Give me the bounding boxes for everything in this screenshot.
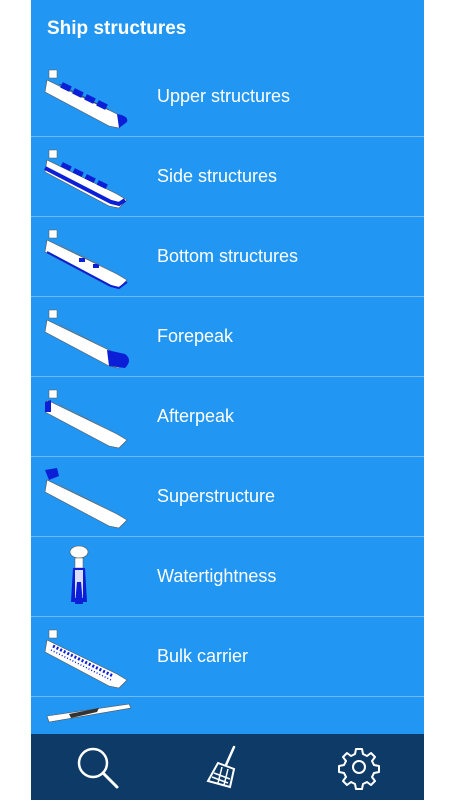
watertight-door-icon xyxy=(39,542,149,612)
page-title: Ship structures xyxy=(47,17,187,39)
list-item-label: Forepeak xyxy=(157,326,234,346)
list-item-label: Superstructure xyxy=(157,486,276,506)
list-item-forepeak[interactable]: Forepeak xyxy=(31,297,424,377)
bulk-carrier-icon xyxy=(39,622,149,692)
list-item-upper-structures[interactable]: Upper structures xyxy=(31,57,424,137)
gear-icon xyxy=(337,748,380,790)
list-item-label: Bulk carrier xyxy=(157,646,249,666)
list-item-bulk-carrier[interactable]: Bulk carrier xyxy=(31,617,424,697)
structure-list: Upper structures Side structures Bottom … xyxy=(31,57,424,734)
partial-ship-icon xyxy=(39,702,149,735)
list-item-label: Afterpeak xyxy=(157,406,235,426)
search-icon xyxy=(77,747,118,789)
ship-superstructure-icon xyxy=(39,462,149,532)
broom-icon xyxy=(206,745,235,789)
ship-upper-structures-icon xyxy=(39,62,149,132)
app-window: Ship structures Upper structures Side st… xyxy=(31,0,424,800)
ship-bottom-structures-icon xyxy=(39,222,149,292)
list-item-label: Watertightness xyxy=(157,566,277,586)
ship-forepeak-icon xyxy=(39,302,149,372)
ship-side-structures-icon xyxy=(39,142,149,212)
list-item-watertightness[interactable]: Watertightness xyxy=(31,537,424,617)
list-item-label: Bottom structures xyxy=(157,246,299,266)
list-item-label: Side structures xyxy=(157,166,278,186)
list-item-afterpeak[interactable]: Afterpeak xyxy=(31,377,424,457)
list-item-label: Upper structures xyxy=(157,86,291,106)
search-button[interactable] xyxy=(67,737,127,797)
list-item-bottom-structures[interactable]: Bottom structures xyxy=(31,217,424,297)
list-item-side-structures[interactable]: Side structures xyxy=(31,137,424,217)
clean-button[interactable] xyxy=(198,737,258,797)
bottom-navigation xyxy=(31,734,424,800)
settings-button[interactable] xyxy=(329,737,389,797)
ship-afterpeak-icon xyxy=(39,382,149,452)
list-item-superstructure[interactable]: Superstructure xyxy=(31,457,424,537)
list-item-partial[interactable] xyxy=(31,697,424,734)
